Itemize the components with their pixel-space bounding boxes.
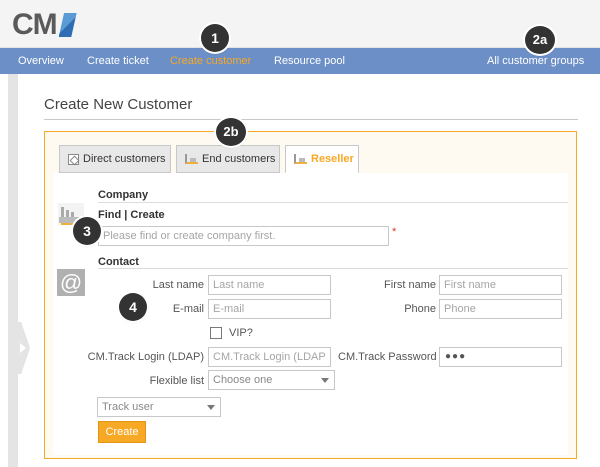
chevron-down-icon xyxy=(207,405,215,410)
tab-label: End customers xyxy=(202,153,276,165)
login-label: CM.Track Login (LDAP) xyxy=(87,351,204,363)
main-nav: Overview Create ticket Create customer R… xyxy=(0,48,600,74)
callout-badge-2b: 2b xyxy=(216,118,246,146)
logo-text: CM xyxy=(12,8,58,41)
find-create-toggle[interactable]: Find | Create xyxy=(98,209,165,221)
nav-resource-pool[interactable]: Resource pool xyxy=(274,48,345,74)
login-input[interactable] xyxy=(208,347,331,367)
track-user-value: Track user xyxy=(102,401,154,413)
factory-icon xyxy=(294,154,307,165)
at-sign-icon: @ xyxy=(57,269,85,296)
vip-checkbox[interactable] xyxy=(210,327,222,339)
logo-mark-icon xyxy=(58,13,77,37)
side-panel-toggle[interactable] xyxy=(8,322,30,374)
nav-overview[interactable]: Overview xyxy=(18,48,64,74)
side-rail xyxy=(8,74,18,467)
email-input[interactable] xyxy=(208,299,331,319)
tab-label: Direct customers xyxy=(83,153,166,165)
tab-label: Reseller xyxy=(311,153,354,165)
last-name-label: Last name xyxy=(152,279,204,291)
tab-end-customers[interactable]: End customers xyxy=(176,145,280,173)
tab-direct-customers[interactable]: Direct customers xyxy=(59,145,171,173)
callout-badge-1: 1 xyxy=(201,24,229,52)
diamond-icon xyxy=(68,153,79,165)
flexible-list-label: Flexible list xyxy=(149,375,204,387)
email-label: E-mail xyxy=(172,303,204,315)
page-title: Create New Customer xyxy=(44,96,193,113)
factory-icon xyxy=(185,154,198,165)
company-heading: Company xyxy=(98,189,149,201)
phone-label: Phone xyxy=(404,303,436,315)
tab-reseller[interactable]: Reseller xyxy=(285,145,359,173)
title-divider xyxy=(44,119,578,120)
last-name-input[interactable] xyxy=(208,275,331,295)
phone-input[interactable] xyxy=(439,299,562,319)
top-bar: CM xyxy=(0,0,600,48)
contact-divider xyxy=(98,268,568,269)
nav-create-customer[interactable]: Create customer xyxy=(170,48,251,74)
create-button[interactable]: Create xyxy=(98,421,146,443)
first-name-label: First name xyxy=(384,279,436,291)
vip-label: VIP? xyxy=(229,327,253,339)
chevron-down-icon xyxy=(321,378,329,383)
company-search-input[interactable] xyxy=(98,226,389,246)
flexible-list-value: Choose one xyxy=(213,374,273,386)
callout-badge-2a: 2a xyxy=(525,26,555,54)
required-marker: * xyxy=(392,226,397,238)
callout-badge-3: 3 xyxy=(73,217,101,245)
password-mask: ●●● xyxy=(445,351,467,362)
contact-heading: Contact xyxy=(98,256,139,268)
chevron-right-icon xyxy=(20,343,26,353)
company-divider xyxy=(98,202,568,203)
track-user-select[interactable]: Track user xyxy=(97,397,221,417)
password-label: CM.Track Password xyxy=(338,351,437,363)
callout-badge-4: 4 xyxy=(119,293,147,321)
cm-logo[interactable]: CM xyxy=(12,10,77,40)
flexible-list-select[interactable]: Choose one xyxy=(208,370,335,390)
nav-create-ticket[interactable]: Create ticket xyxy=(87,48,149,74)
first-name-input[interactable] xyxy=(439,275,562,295)
